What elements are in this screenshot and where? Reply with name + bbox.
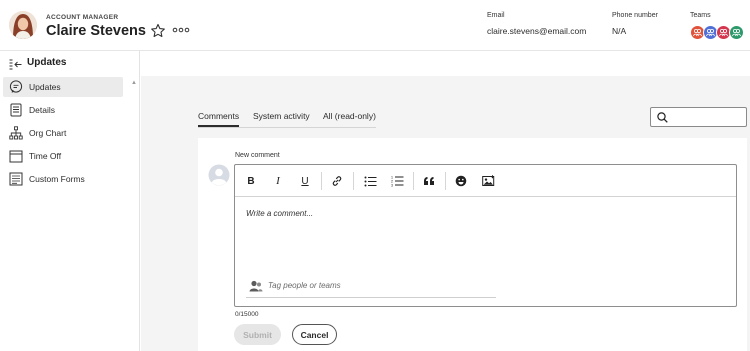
- form-icon: [9, 172, 23, 186]
- avatar: [9, 11, 37, 39]
- tag-people-field[interactable]: Tag people or teams: [246, 276, 496, 298]
- phone-value: N/A: [612, 26, 627, 36]
- quote-icon: [424, 177, 434, 185]
- sidebar-item-details[interactable]: Details: [3, 100, 123, 120]
- new-comment-label: New comment: [235, 152, 280, 159]
- sidebar-item-label: Details: [29, 105, 55, 115]
- svg-text:3: 3: [391, 184, 393, 188]
- quote-button[interactable]: [421, 173, 437, 189]
- team-icon: [719, 28, 728, 37]
- tab-all-read-only[interactable]: All (read-only): [323, 111, 376, 127]
- calendar-icon: [9, 149, 23, 163]
- emoji-button[interactable]: [453, 173, 469, 189]
- favorite-star-icon[interactable]: [150, 23, 166, 39]
- insert-image-button[interactable]: [480, 173, 496, 189]
- org-chart-icon: [9, 126, 23, 140]
- tab-comments[interactable]: Comments: [198, 111, 240, 127]
- bulleted-list-button[interactable]: [362, 173, 378, 189]
- document-icon: [9, 103, 23, 117]
- sidebar-item-time-off[interactable]: Time Off: [3, 146, 123, 166]
- numbered-list-icon: 123: [391, 176, 403, 188]
- toolbar-divider: [321, 172, 322, 190]
- comment-tabs: Comments System activity All (read-only): [198, 110, 376, 128]
- italic-button[interactable]: I: [270, 173, 286, 189]
- comment-editor[interactable]: B I U 123 Write a comment... Tag people …: [234, 164, 737, 307]
- profile-header: ACCOUNT MANAGER Claire Stevens Email cla…: [0, 0, 750, 51]
- job-role: ACCOUNT MANAGER: [46, 14, 119, 21]
- sidebar-item-label: Custom Forms: [29, 174, 85, 184]
- formatting-toolbar: B I U 123: [235, 165, 736, 197]
- profile-name: Claire Stevens: [46, 23, 146, 39]
- team-icon: [693, 28, 702, 37]
- link-button[interactable]: [329, 173, 345, 189]
- email-value[interactable]: claire.stevens@email.com: [487, 26, 586, 36]
- toolbar-divider: [445, 172, 446, 190]
- search-input[interactable]: [650, 107, 747, 127]
- phone-label: Phone number: [612, 12, 658, 19]
- sidebar-item-label: Org Chart: [29, 128, 67, 138]
- numbered-list-button[interactable]: 123: [389, 173, 405, 189]
- emoji-icon: [455, 175, 467, 187]
- collapse-sidebar-icon[interactable]: [9, 57, 22, 70]
- team-badge[interactable]: [729, 25, 744, 40]
- sidebar: Updates ▲ Updates Details Org Chart Time…: [0, 51, 140, 351]
- chat-bubble-icon: [9, 80, 23, 94]
- tag-people-icon: [249, 280, 263, 292]
- cancel-button[interactable]: Cancel: [292, 324, 337, 345]
- tag-people-placeholder: Tag people or teams: [268, 281, 341, 290]
- scroll-up-arrow-icon[interactable]: ▲: [131, 80, 137, 86]
- toolbar-divider: [353, 172, 354, 190]
- sidebar-title: Updates: [27, 57, 67, 68]
- sidebar-item-label: Time Off: [29, 151, 62, 161]
- user-avatar-icon: [208, 164, 230, 186]
- italic-icon: I: [276, 175, 280, 187]
- sidebar-item-custom-forms[interactable]: Custom Forms: [3, 169, 123, 189]
- bold-icon: B: [247, 175, 255, 187]
- toolbar-divider: [413, 172, 414, 190]
- image-icon: [481, 175, 494, 186]
- sidebar-item-org-chart[interactable]: Org Chart: [3, 123, 123, 143]
- more-options-icon[interactable]: [172, 23, 190, 37]
- search-icon: [657, 112, 668, 123]
- main-header-band: [141, 51, 750, 76]
- team-icon: [732, 28, 741, 37]
- link-icon: [332, 176, 342, 186]
- bold-button[interactable]: B: [243, 173, 259, 189]
- comment-input[interactable]: Write a comment...: [246, 209, 313, 218]
- sidebar-item-label: Updates: [29, 82, 61, 92]
- email-label: Email: [487, 12, 505, 19]
- bullet-list-icon: [364, 176, 376, 186]
- submit-button[interactable]: Submit: [234, 324, 281, 345]
- character-counter: 0/15000: [235, 311, 259, 318]
- teams-label: Teams: [690, 12, 711, 19]
- underline-button[interactable]: U: [297, 173, 313, 189]
- sidebar-header: Updates: [0, 51, 140, 75]
- underline-icon: U: [301, 175, 309, 187]
- tab-system-activity[interactable]: System activity: [253, 111, 310, 127]
- sidebar-item-updates[interactable]: Updates: [3, 77, 123, 97]
- team-icon: [706, 28, 715, 37]
